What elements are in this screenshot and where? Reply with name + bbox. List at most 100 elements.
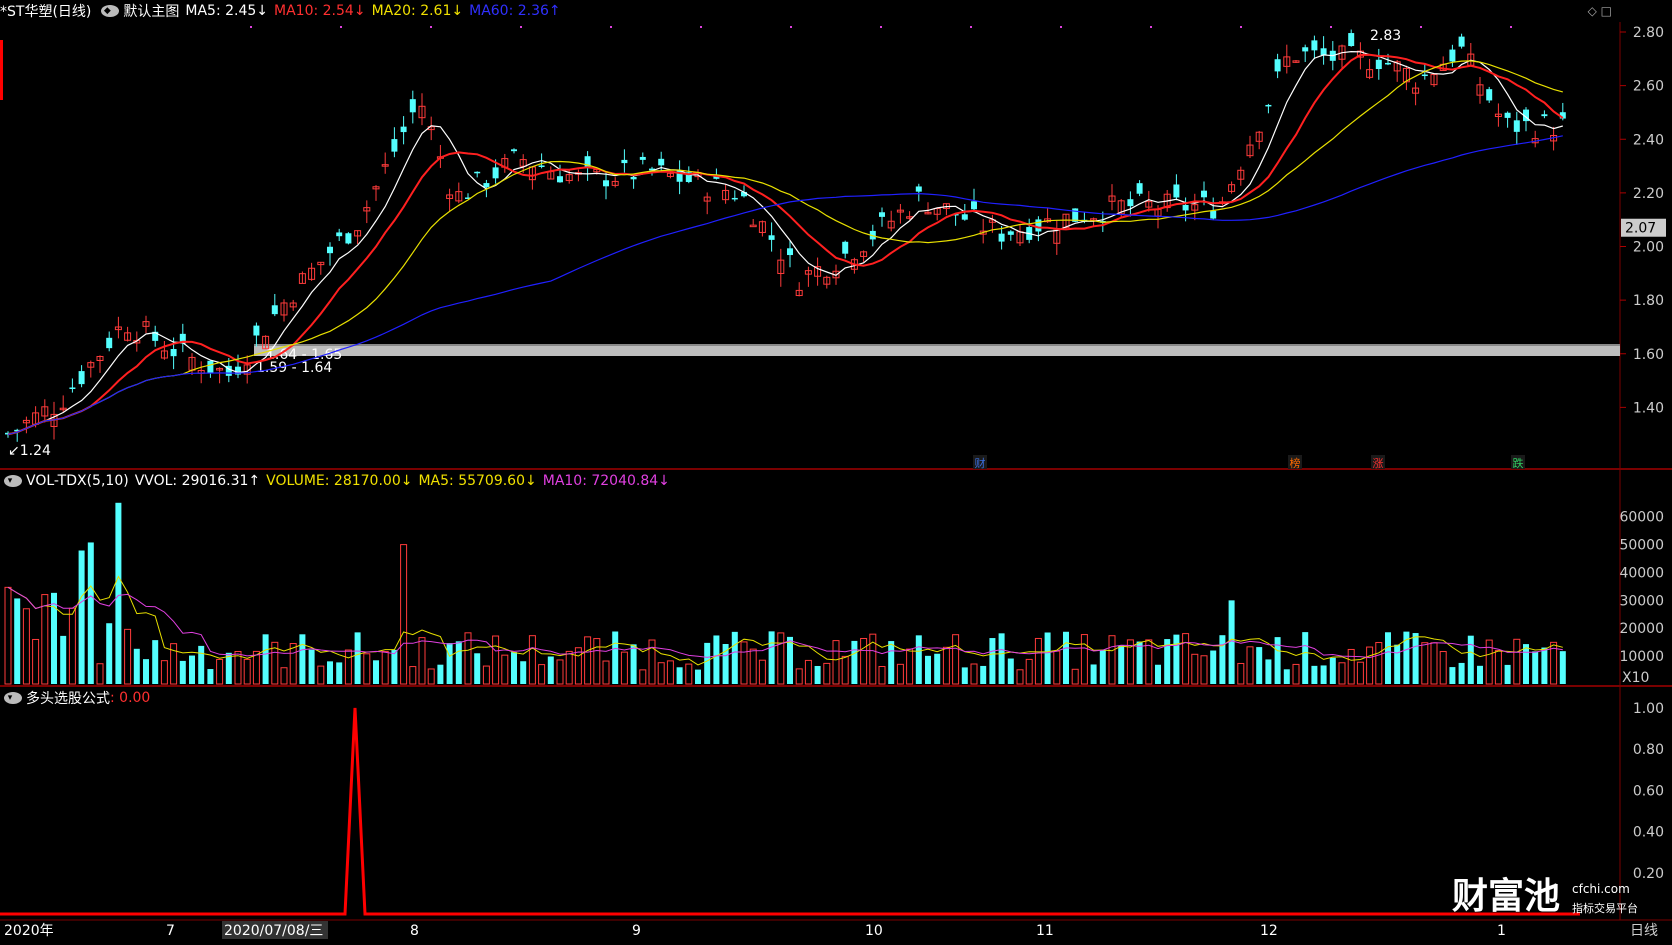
volume-bar-down <box>925 655 931 684</box>
volume-bar-up <box>1016 669 1024 685</box>
volume-bar-down <box>437 664 444 684</box>
volume-bar-up <box>896 663 904 685</box>
volume-bar-down <box>1477 665 1483 684</box>
volume-bar-up <box>593 638 601 685</box>
volume-bar-up <box>1356 661 1364 685</box>
ma60-value: MA60: 2.36↑ <box>469 3 561 19</box>
volume-bar-down <box>1412 633 1419 684</box>
volume-bar-down <box>934 653 941 684</box>
candle-down <box>409 99 416 113</box>
volume-bar-up <box>556 659 564 685</box>
settings-dot-icon[interactable]: ◆ <box>101 5 120 17</box>
volume-bar-up <box>777 632 785 685</box>
template-name[interactable]: 默认主图 <box>123 1 185 21</box>
candle-down <box>207 360 214 374</box>
candle-down <box>1182 204 1189 211</box>
volume-bar-up <box>860 637 868 685</box>
volume-bar-up <box>363 653 371 685</box>
volume-bar-up <box>482 665 490 685</box>
volume-bar-down <box>998 633 1005 684</box>
candle-down <box>731 197 738 200</box>
volume-bar-up <box>427 668 435 685</box>
volume-bar-down <box>299 634 306 684</box>
high-price-label: 2.83 <box>1370 28 1401 44</box>
volume-bar-down <box>1173 634 1180 684</box>
candle-down <box>630 177 637 180</box>
price-tick-label: 2.20 <box>1633 186 1664 202</box>
dot-marker <box>1060 26 1062 28</box>
x-axis-label: 1 <box>1497 923 1506 939</box>
volume-bar-up <box>841 655 849 685</box>
candle-down <box>998 233 1005 242</box>
candle-down <box>658 158 665 166</box>
ind-name[interactable]: 多头选股公式 <box>26 688 110 708</box>
volume-bar-up <box>952 634 960 685</box>
volume-bar-up <box>832 640 840 685</box>
candle-down <box>639 156 646 160</box>
volume-bar-down <box>198 645 205 684</box>
event-marker: 财 <box>975 456 986 470</box>
volume-bar-up <box>685 663 693 685</box>
candle-down <box>1173 184 1180 198</box>
volume-bar-up <box>243 658 251 685</box>
vol-settings-icon[interactable]: ▾ <box>4 475 22 487</box>
candle-down <box>336 232 343 237</box>
volume-bar-up <box>280 667 288 685</box>
volume-bar-up <box>639 669 647 685</box>
candle-down <box>1385 62 1391 65</box>
volume-bar-up <box>492 635 500 685</box>
ma10-value: MA10: 2.54↓ <box>274 3 366 19</box>
volume-bar-down <box>327 661 333 684</box>
candle-down <box>1007 231 1014 235</box>
volume-bar-down <box>1099 650 1106 684</box>
ma-line <box>7 60 1563 435</box>
candle-down <box>391 139 398 152</box>
volume-bar-up <box>96 663 104 685</box>
volume-bar-up <box>216 658 224 685</box>
volume-bar-down <box>1320 665 1327 684</box>
volume-bar-up <box>666 660 674 685</box>
candle-down <box>400 126 407 133</box>
candle-down <box>1421 74 1428 77</box>
x-axis-label: 10 <box>865 923 883 939</box>
maximize-icon[interactable]: □ <box>1601 4 1612 18</box>
dot-marker <box>880 26 882 28</box>
volume-bar-up <box>1182 633 1190 685</box>
ind-settings-icon[interactable]: ▾ <box>4 692 22 704</box>
volume-bar-down <box>961 667 968 684</box>
volume-bar-up <box>657 662 665 685</box>
candle-down <box>170 349 177 357</box>
candle-down <box>78 371 85 385</box>
left-marker <box>0 40 3 100</box>
candle-down <box>557 176 563 183</box>
candle-down <box>1513 120 1520 132</box>
volume-bar-up <box>344 649 352 685</box>
candle-down <box>842 241 849 254</box>
candle-down <box>1035 219 1042 232</box>
volume-bar-up <box>795 668 803 685</box>
volume-tick-label: 20000 <box>1619 621 1664 637</box>
volume-bar-up <box>648 639 656 685</box>
dot-marker <box>520 26 522 28</box>
candle-down <box>271 305 278 315</box>
window-controls[interactable]: ◇ □ <box>1588 4 1612 18</box>
volume-bar-down <box>612 631 619 684</box>
volume-bar-up <box>501 654 509 685</box>
volume-bar-up <box>1292 663 1300 685</box>
candle-down <box>1458 36 1465 47</box>
volume-bar-up <box>160 660 168 685</box>
diamond-icon[interactable]: ◇ <box>1588 4 1597 18</box>
candle-down <box>1127 199 1134 207</box>
volume-bar-down <box>1523 644 1529 684</box>
volume-bar-up <box>1430 642 1438 685</box>
candle-down <box>253 325 260 336</box>
indicator-tick-label: 0.60 <box>1633 783 1664 799</box>
vol-name[interactable]: VOL-TDX(5,10) <box>26 473 135 489</box>
candle-down <box>1320 48 1327 56</box>
candle-down <box>879 212 885 217</box>
volume-bar-down <box>1532 651 1539 684</box>
volume-bar-down <box>520 661 527 684</box>
dot-marker <box>430 26 432 28</box>
x-axis-label: 11 <box>1036 923 1054 939</box>
event-marker: 涨 <box>1373 457 1384 470</box>
